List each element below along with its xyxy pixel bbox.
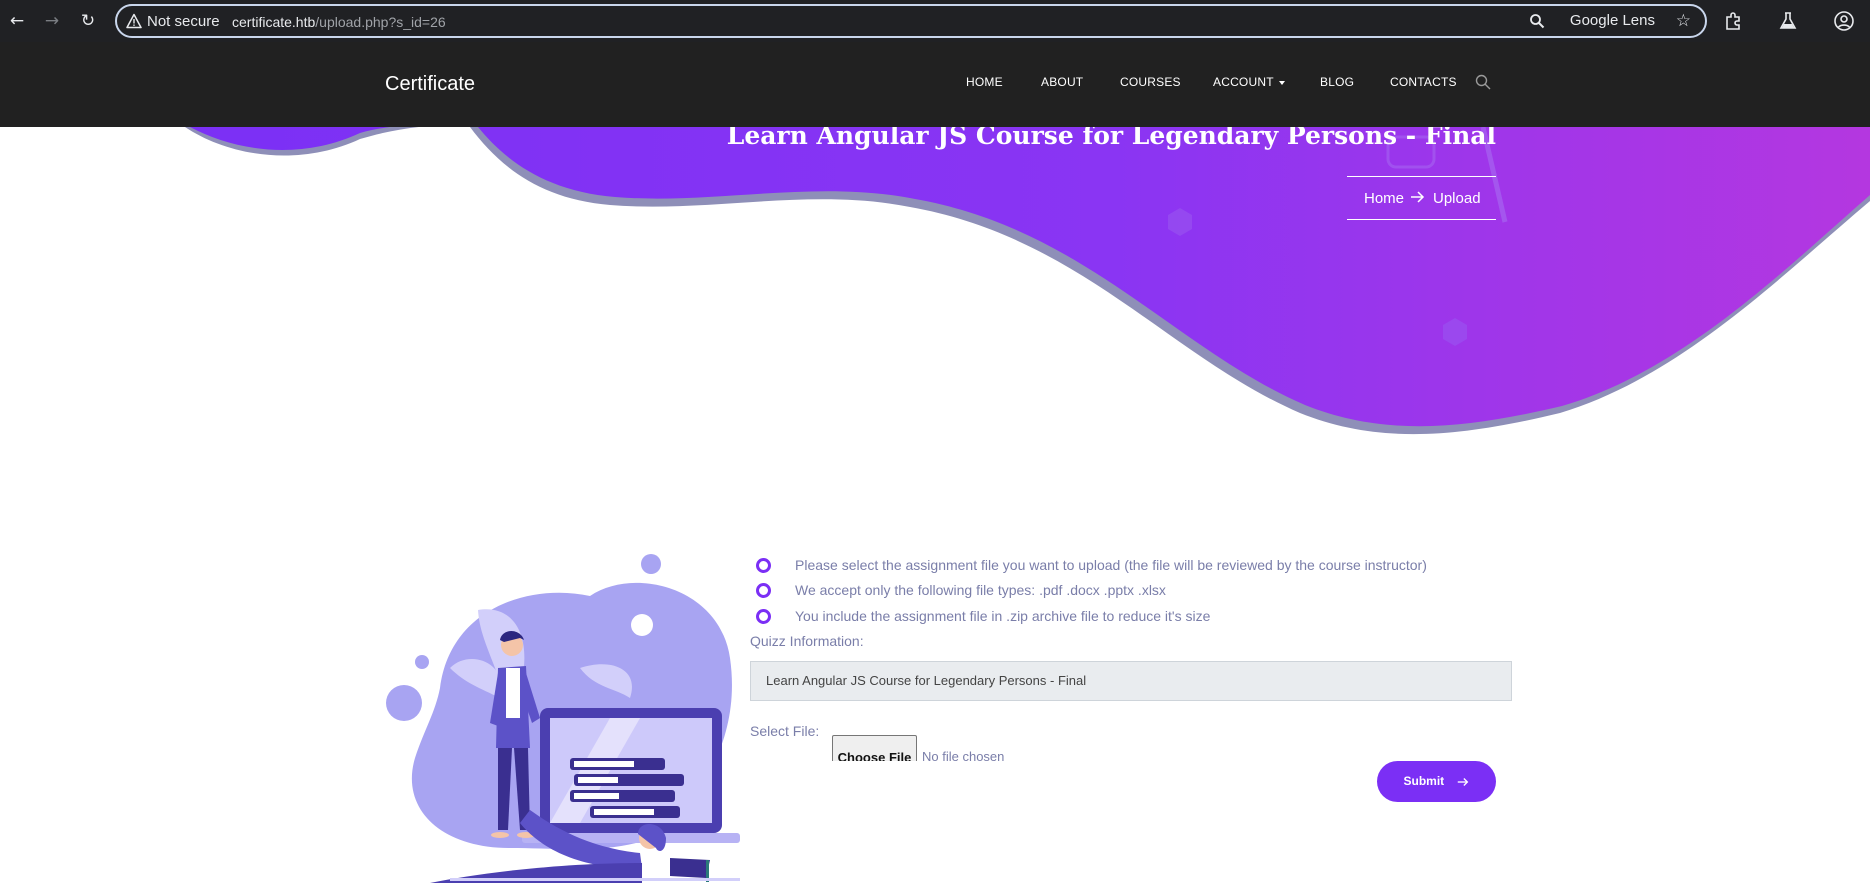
not-secure-label[interactable]: Not secure — [147, 13, 220, 30]
nav-blog[interactable]: BLOG — [1320, 75, 1354, 89]
breadcrumb-home-link[interactable]: Home — [1364, 190, 1404, 207]
quiz-info-label: Quizz Information: — [750, 633, 864, 649]
forward-icon[interactable]: → — [40, 9, 64, 33]
submit-label: Submit — [1403, 774, 1445, 788]
profile-icon[interactable] — [1832, 9, 1856, 33]
select-file-label: Select File: — [750, 723, 820, 739]
hero-background — [185, 127, 1870, 435]
info-text: We accept only the following file types:… — [795, 582, 1166, 598]
url-text[interactable]: certificate.htb/upload.php?s_id=26 — [232, 14, 446, 30]
submit-button[interactable]: Submit — [1377, 761, 1496, 802]
arrow-right-icon — [1411, 191, 1425, 203]
nav-contacts[interactable]: CONTACTS — [1390, 75, 1457, 89]
ring-bullet-icon — [756, 609, 771, 624]
caret-down-icon — [1278, 80, 1285, 85]
nav-account-label: ACCOUNT — [1213, 75, 1274, 89]
star-icon[interactable]: ☆ — [1676, 11, 1691, 31]
breadcrumb: Home Upload — [1347, 176, 1496, 220]
arrow-right-icon — [1457, 777, 1468, 786]
browser-toolbar: ← → ↻ Not secure certificate.htb/upload.… — [0, 0, 1870, 42]
back-icon[interactable]: ← — [5, 9, 29, 33]
search-icon[interactable] — [1529, 13, 1545, 29]
upload-illustration — [386, 554, 740, 883]
nav-home[interactable]: HOME — [966, 75, 1003, 89]
url-host: certificate.htb — [232, 14, 316, 30]
no-file-text: No file chosen — [922, 749, 1005, 761]
url-path: /upload.php?s_id=26 — [315, 14, 446, 30]
nav-courses[interactable]: COURSES — [1120, 75, 1181, 89]
choose-file-button[interactable]: Choose File — [832, 735, 917, 761]
address-bar[interactable]: Not secure certificate.htb/upload.php?s_… — [115, 4, 1707, 38]
search-icon[interactable] — [1475, 74, 1491, 90]
quiz-info-field[interactable]: Learn Angular JS Course for Legendary Pe… — [750, 661, 1512, 701]
reload-icon[interactable]: ↻ — [76, 9, 100, 33]
file-input[interactable]: Choose File No file chosen — [832, 735, 1032, 761]
warning-icon[interactable] — [126, 13, 142, 29]
brand-logo[interactable]: Certificate — [385, 73, 475, 96]
info-text: Please select the assignment file you wa… — [795, 557, 1427, 573]
ring-bullet-icon — [756, 558, 771, 573]
labs-icon[interactable] — [1776, 9, 1800, 33]
google-lens-button[interactable]: Google Lens — [1570, 12, 1655, 29]
info-text: You include the assignment file in .zip … — [795, 608, 1211, 624]
extensions-icon[interactable] — [1722, 9, 1746, 33]
breadcrumb-current: Upload — [1433, 190, 1481, 207]
nav-account[interactable]: ACCOUNT — [1213, 75, 1285, 89]
nav-about[interactable]: ABOUT — [1041, 75, 1083, 89]
site-header: Certificate HOME ABOUT COURSES ACCOUNT B… — [0, 42, 1870, 127]
ring-bullet-icon — [756, 583, 771, 598]
